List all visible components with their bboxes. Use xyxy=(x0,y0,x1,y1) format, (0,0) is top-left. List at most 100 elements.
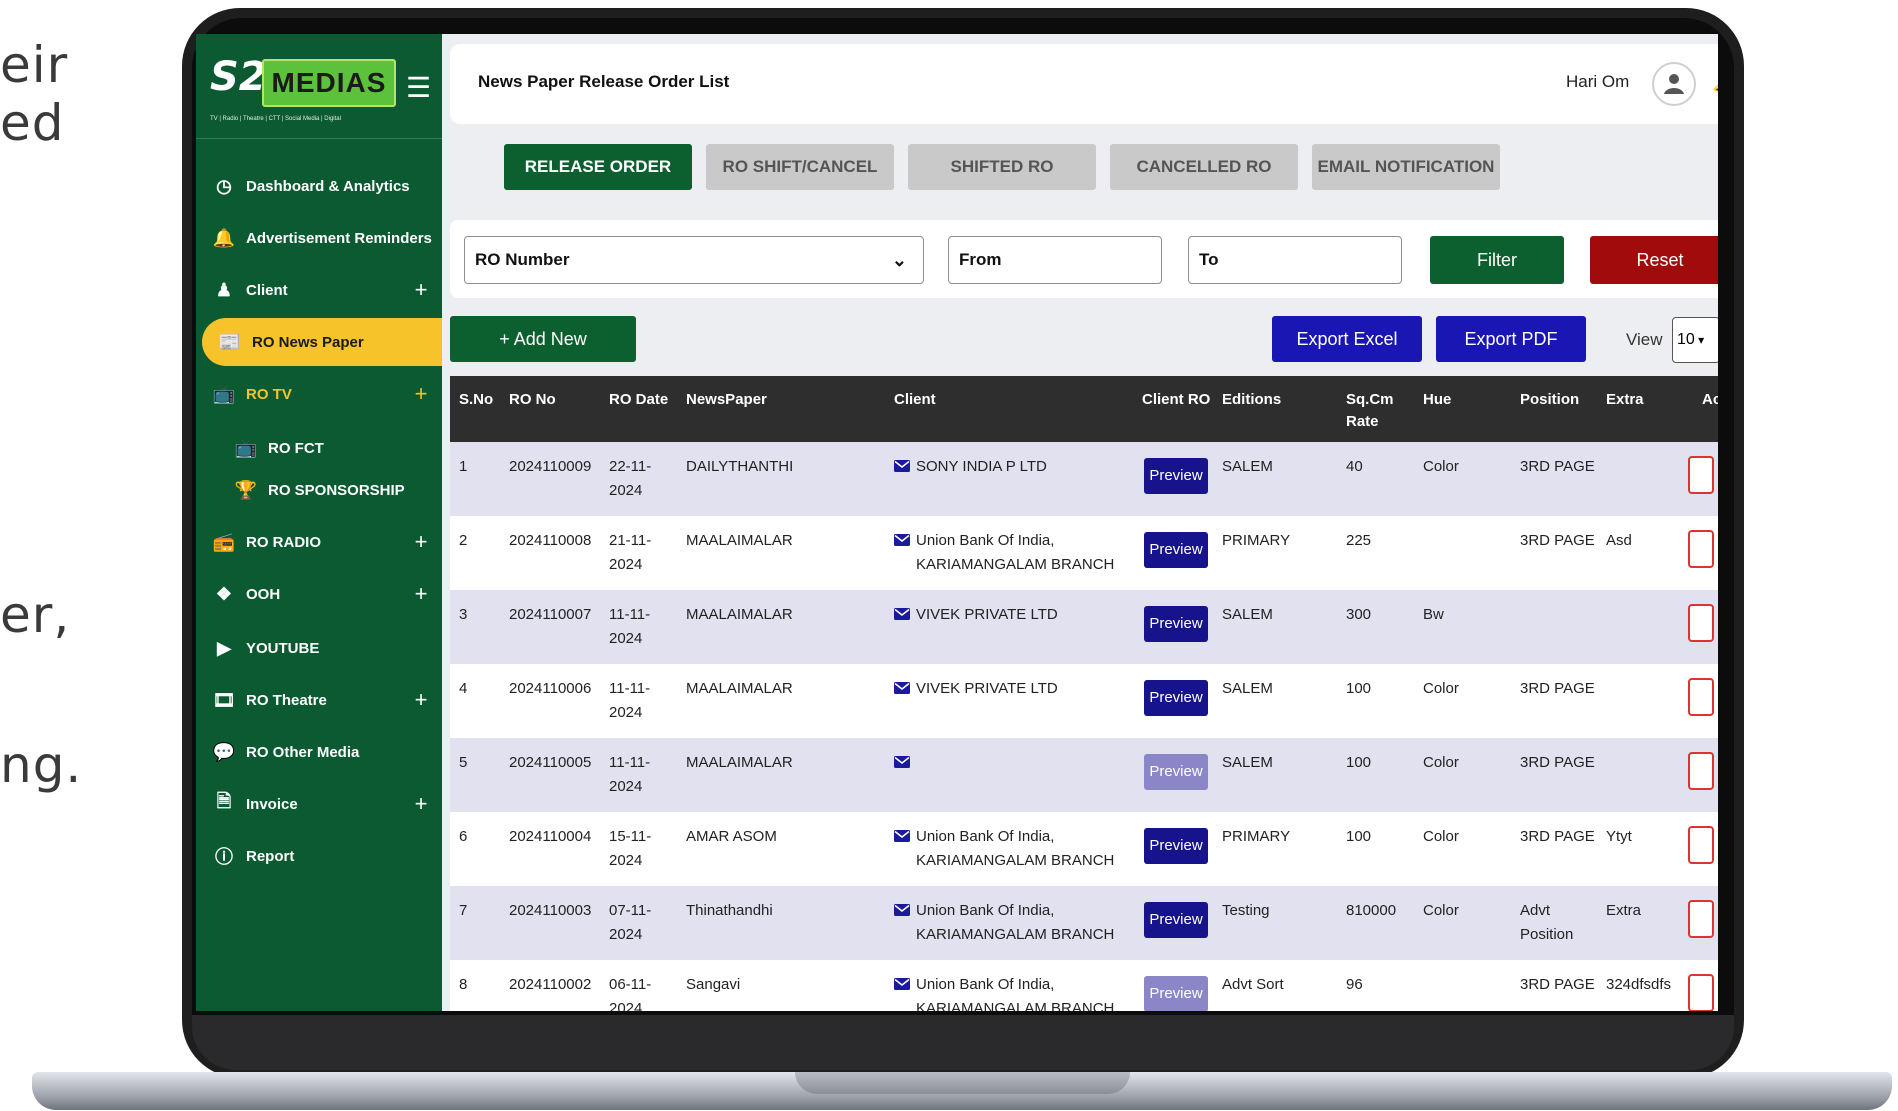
cell-hue-text: Bw xyxy=(1423,606,1444,623)
chevron-down-icon: ⌄ xyxy=(891,250,907,270)
sidebar-item-ro-news-paper[interactable]: 📰 RO News Paper xyxy=(202,318,442,366)
column-header: RO No xyxy=(509,391,556,408)
cell-ro-no: 2024110003 xyxy=(509,899,591,923)
export-excel-button[interactable]: Export Excel xyxy=(1272,316,1422,362)
page-size-select[interactable]: 10 ▾ xyxy=(1672,317,1718,363)
sidebar-item-ro-other-media[interactable]: 💬 RO Other Media xyxy=(196,728,442,776)
background-text: ed xyxy=(0,94,65,152)
ro-number-select[interactable]: RO Number ⌄ xyxy=(464,236,924,284)
cell-hue-text: Color xyxy=(1423,680,1459,697)
sidebar-item-report[interactable]: ⓘ Report xyxy=(196,832,442,880)
column-header: Client RO xyxy=(1142,391,1211,408)
row-action-button[interactable] xyxy=(1688,456,1714,494)
expand-plus-icon[interactable]: + xyxy=(406,381,436,407)
cell-newspaper: MAALAIMALAR xyxy=(686,603,793,627)
add-new-button[interactable]: + Add New xyxy=(450,316,636,362)
sidebar-item-advertisement-reminders[interactable]: 🔔 Advertisement Reminders xyxy=(196,214,442,262)
sidebar-item-ro-radio[interactable]: 📻 RO RADIO + xyxy=(196,518,442,566)
row-action-button[interactable] xyxy=(1688,530,1714,568)
cell-ro-no-text: 2024110008 xyxy=(509,532,592,549)
cell-sno-text: 2 xyxy=(459,532,468,549)
sidebar-item-youtube[interactable]: ▶ YOUTUBE xyxy=(196,624,442,672)
cell-client: Union Bank Of India, KARIAMANGALAM BRANCH xyxy=(894,899,1114,947)
avatar[interactable] xyxy=(1652,62,1696,106)
sidebar-item-ro-tv[interactable]: 📺 RO TV + xyxy=(196,370,442,418)
cell-newspaper: Thinathandhi xyxy=(686,899,773,923)
hamburger-menu-icon[interactable]: ☰ xyxy=(406,74,431,102)
notification-bell-icon[interactable]: 🔔 xyxy=(1712,66,1718,96)
cell-ro-date: 11-11- 2024 xyxy=(609,677,650,725)
cell-sno-text: 5 xyxy=(459,754,468,771)
column-header: Ac xyxy=(1702,391,1718,408)
cell-position-text: 3RD PAGE xyxy=(1520,458,1595,475)
preview-button[interactable]: Preview xyxy=(1144,976,1208,1011)
table-row: 5 2024110005 11-11- 2024 MAALAIMALAR SALEM 100… xyxy=(450,738,1718,812)
column-header: Sq.Cm Rate xyxy=(1346,391,1394,430)
cell-edition: SALEM xyxy=(1222,677,1273,701)
preview-button[interactable]: Preview xyxy=(1144,458,1208,494)
row-action-button[interactable] xyxy=(1688,974,1714,1011)
cell-rate: 100 xyxy=(1346,825,1371,849)
tab-ro-shift-cancel[interactable]: RO SHIFT/CANCEL xyxy=(706,144,894,190)
cell-edition: Advt Sort xyxy=(1222,973,1284,997)
table-row: 6 2024110004 15-11- 2024 AMAR ASOM Union Bank… xyxy=(450,812,1718,886)
cell-rate: 100 xyxy=(1346,751,1371,775)
cell-rate-text: 810000 xyxy=(1346,902,1397,919)
filter-button[interactable]: Filter xyxy=(1430,236,1564,284)
sidebar-item-ro-theatre[interactable]: 🎞 RO Theatre + xyxy=(196,676,442,724)
cell-client xyxy=(894,751,916,775)
cell-edition-text: Testing xyxy=(1222,902,1270,919)
expand-plus-icon[interactable]: + xyxy=(406,581,436,607)
cell-newspaper-text: MAALAIMALAR xyxy=(686,680,793,697)
from-date-input[interactable]: From xyxy=(948,236,1162,284)
view-label: View xyxy=(1626,330,1663,349)
expand-plus-icon[interactable]: + xyxy=(406,529,436,555)
preview-button[interactable]: Preview xyxy=(1144,606,1208,642)
sidebar-item-client[interactable]: ♟ Client + xyxy=(196,266,442,314)
expand-plus-icon[interactable]: + xyxy=(406,687,436,713)
cell-edition-text: SALEM xyxy=(1222,458,1273,475)
preview-button[interactable]: Preview xyxy=(1144,532,1208,568)
row-action-button[interactable] xyxy=(1688,826,1714,864)
sidebar-item-invoice[interactable]: 🗎 Invoice + xyxy=(196,780,442,828)
cell-position: 3RD PAGE xyxy=(1520,751,1595,775)
cell-hue-text: Color xyxy=(1423,902,1459,919)
cell-ro-date-text: 06-11- xyxy=(609,976,652,993)
cell-rate-text: 100 xyxy=(1346,828,1372,845)
select-value: RO Number xyxy=(475,250,570,269)
cell-extra: Asd xyxy=(1606,529,1632,553)
tab-cancelled-ro[interactable]: CANCELLED RO xyxy=(1110,144,1298,190)
background-text: er, xyxy=(0,586,71,644)
preview-button[interactable]: Preview xyxy=(1144,828,1208,864)
tab-email-notification[interactable]: EMAIL NOTIFICATION xyxy=(1312,144,1500,190)
preview-button[interactable]: Preview xyxy=(1144,754,1208,790)
row-action-button[interactable] xyxy=(1688,604,1714,642)
cell-ro-no-text: 2024110007 xyxy=(509,606,592,623)
tab-release-order[interactable]: RELEASE ORDER xyxy=(504,144,692,190)
radio-icon: 📻 xyxy=(212,531,236,552)
expand-plus-icon[interactable]: + xyxy=(406,791,436,817)
sidebar-item-ro-sponsorship[interactable]: 🏆 RO SPONSORSHIP xyxy=(196,466,442,514)
sidebar-item-dashboard[interactable]: ◷ Dashboard & Analytics xyxy=(196,162,442,210)
row-action-button[interactable] xyxy=(1688,900,1714,938)
reset-button[interactable]: Reset xyxy=(1590,236,1718,284)
preview-button[interactable]: Preview xyxy=(1144,680,1208,716)
cell-hue: Bw xyxy=(1423,603,1444,627)
cell-ro-date: 21-11- 2024 xyxy=(609,529,651,577)
sidebar-item-ooh[interactable]: ❖ OOH + xyxy=(196,570,442,618)
to-date-input[interactable]: To xyxy=(1188,236,1402,284)
cell-ro-no: 2024110004 xyxy=(509,825,591,849)
cell-client-text: KARIAMANGALAM BRANCH xyxy=(916,1000,1115,1011)
export-pdf-button[interactable]: Export PDF xyxy=(1436,316,1586,362)
expand-plus-icon[interactable]: + xyxy=(406,277,436,303)
column-header: RO Date xyxy=(609,391,669,408)
row-action-button[interactable] xyxy=(1688,752,1714,790)
cell-sno-text: 4 xyxy=(459,680,468,697)
row-action-button[interactable] xyxy=(1688,678,1714,716)
preview-button[interactable]: Preview xyxy=(1144,902,1208,938)
sidebar-item-ro-fct[interactable]: 📺 RO FCT xyxy=(196,424,442,472)
tab-shifted-ro[interactable]: SHIFTED RO xyxy=(908,144,1096,190)
cell-edition-text: PRIMARY xyxy=(1222,828,1291,845)
cell-position-text: Position xyxy=(1520,926,1574,943)
cell-edition-text: SALEM xyxy=(1222,606,1273,623)
